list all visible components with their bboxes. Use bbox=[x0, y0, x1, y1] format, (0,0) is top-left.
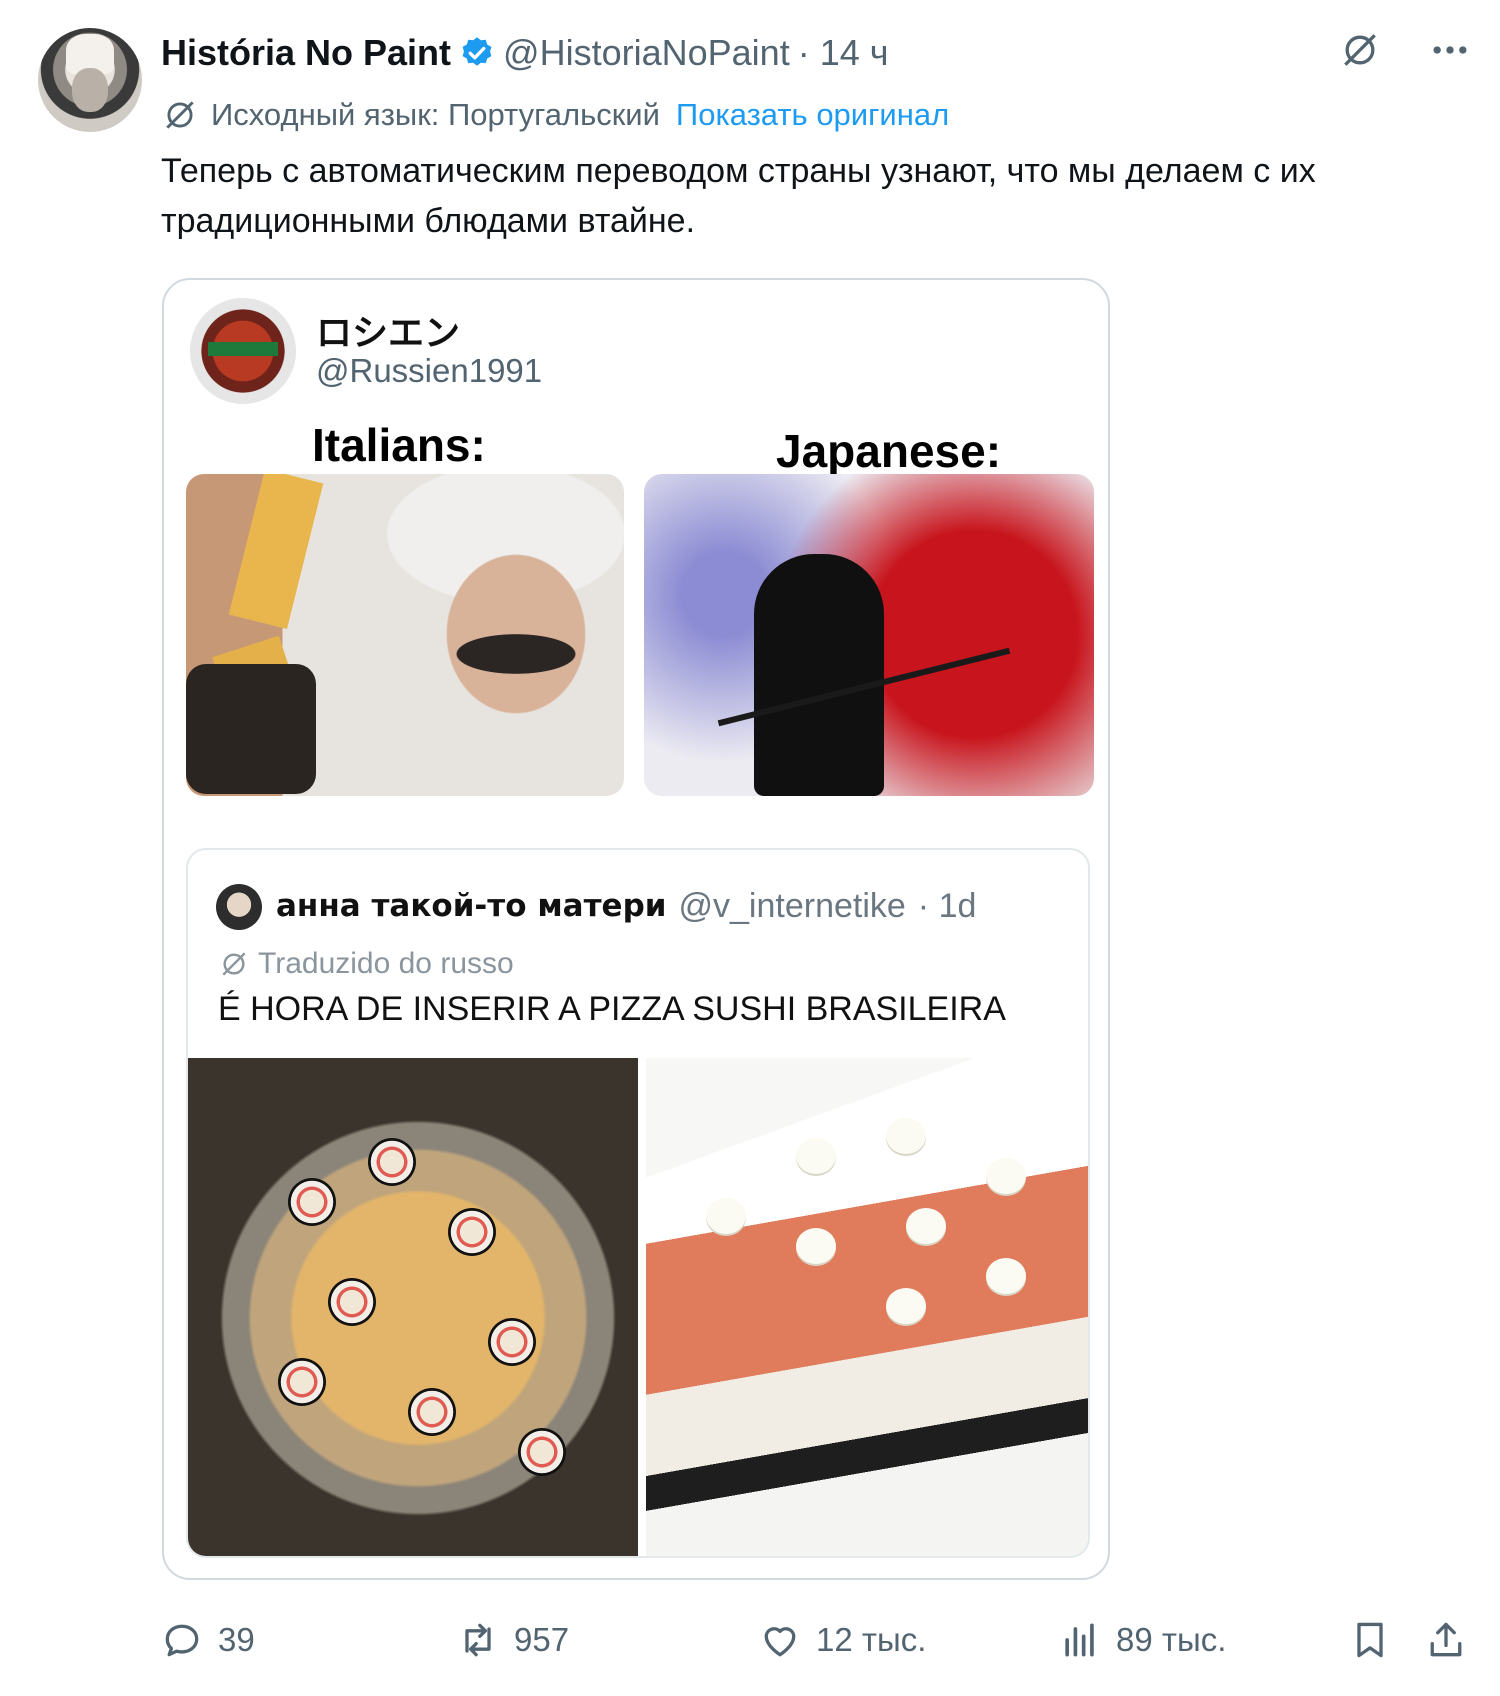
reply-icon bbox=[165, 1624, 199, 1657]
sushi-pizza-photo bbox=[188, 1058, 638, 1556]
meme-label-italians: Italians: bbox=[312, 419, 486, 471]
reply-count: 39 bbox=[218, 1621, 255, 1658]
heart-icon bbox=[764, 1627, 796, 1657]
views-icon bbox=[1065, 1623, 1094, 1657]
author-handle[interactable]: @HistoriaNoPaint bbox=[503, 32, 790, 74]
sushi-roll bbox=[328, 1278, 376, 1326]
quoted-avatar bbox=[216, 884, 262, 930]
sushi-roll bbox=[408, 1388, 456, 1436]
bookmark-icon bbox=[1357, 1622, 1383, 1658]
post-time[interactable]: · 14 ч bbox=[798, 32, 889, 74]
quoted-post-text: É HORA DE INSERIR A PIZZA SUSHI BRASILEI… bbox=[218, 990, 1006, 1028]
mayo-dollop bbox=[886, 1118, 926, 1154]
bookmark-button[interactable] bbox=[1348, 1610, 1392, 1670]
mayo-dollop bbox=[886, 1288, 926, 1324]
like-count: 12 тыс. bbox=[816, 1621, 927, 1658]
repost-icon bbox=[465, 1623, 491, 1657]
source-language-label: Исходный язык: Португальский bbox=[211, 97, 660, 132]
media-card[interactable]: ロシエン @Russien1991 Italians: Japanese: ан… bbox=[162, 278, 1110, 1580]
repost-button[interactable]: 957 bbox=[456, 1610, 569, 1670]
translation-info: Исходный язык: Португальский Показать ор… bbox=[161, 92, 949, 138]
quoted-translation-info: Traduzido do russo bbox=[218, 942, 514, 986]
inner-avatar bbox=[190, 298, 296, 404]
mayo-dollop bbox=[986, 1258, 1026, 1294]
sushi-roll bbox=[368, 1138, 416, 1186]
sushi-roll bbox=[448, 1208, 496, 1256]
mayo-dollop bbox=[906, 1208, 946, 1244]
display-name[interactable]: História No Paint bbox=[161, 32, 451, 74]
like-button[interactable]: 12 тыс. bbox=[758, 1610, 926, 1670]
meme-image-italian-chef bbox=[186, 474, 624, 796]
inner-author-handle: @Russien1991 bbox=[316, 352, 543, 389]
quoted-post[interactable]: анна такой-то матери @v_internetike · 1d… bbox=[186, 848, 1090, 1558]
tweet-text: Теперь с автоматическим переводом страны… bbox=[161, 152, 1316, 240]
meme-label-japanese: Japanese: bbox=[776, 425, 1002, 477]
header-actions bbox=[1338, 28, 1472, 72]
verified-badge-icon bbox=[462, 37, 492, 66]
sushi-slice-photo bbox=[646, 1058, 1088, 1556]
samurai-silhouette bbox=[754, 554, 884, 796]
share-icon bbox=[1430, 1622, 1462, 1657]
avatar-face bbox=[72, 68, 108, 112]
views-button[interactable]: 89 тыс. bbox=[1058, 1610, 1226, 1670]
quoted-author-handle: @v_internetike bbox=[678, 886, 906, 925]
gun-shape bbox=[186, 664, 316, 794]
mayo-dollop bbox=[796, 1228, 836, 1264]
repost-count: 957 bbox=[514, 1621, 570, 1658]
sushi-roll bbox=[288, 1178, 336, 1226]
avatar-band bbox=[208, 342, 278, 356]
share-button[interactable] bbox=[1424, 1610, 1468, 1670]
mayo-dollop bbox=[796, 1138, 836, 1174]
translate-icon bbox=[222, 952, 246, 976]
reply-button[interactable]: 39 bbox=[160, 1610, 255, 1670]
mayo-dollop bbox=[986, 1158, 1026, 1194]
quoted-header: анна такой-то матери @v_internetike · 1d bbox=[276, 880, 976, 932]
inner-author-name: ロシエン bbox=[316, 313, 461, 354]
pasta-shape bbox=[228, 474, 324, 630]
author-avatar[interactable] bbox=[38, 28, 142, 132]
translate-icon[interactable] bbox=[1338, 28, 1382, 72]
translate-icon bbox=[166, 101, 194, 129]
sushi-roll bbox=[488, 1318, 536, 1366]
sushi-roll bbox=[278, 1358, 326, 1406]
views-count: 89 тыс. bbox=[1116, 1621, 1227, 1658]
meme-image-samurai bbox=[644, 474, 1094, 796]
tweet-header: História No Paint @HistoriaNoPaint · 14 … bbox=[161, 28, 889, 78]
show-original-link[interactable]: Показать оригинал bbox=[676, 97, 949, 133]
quoted-translated-label: Traduzido do russo bbox=[258, 947, 514, 980]
quoted-post-time: · 1d bbox=[917, 886, 977, 925]
quoted-author-name: анна такой-то матери bbox=[276, 888, 667, 924]
mayo-dollop bbox=[706, 1198, 746, 1234]
action-bar: 39 957 12 тыс. 89 тыс. bbox=[160, 1610, 1480, 1670]
more-icon[interactable] bbox=[1428, 28, 1472, 72]
sushi-roll bbox=[518, 1428, 566, 1476]
